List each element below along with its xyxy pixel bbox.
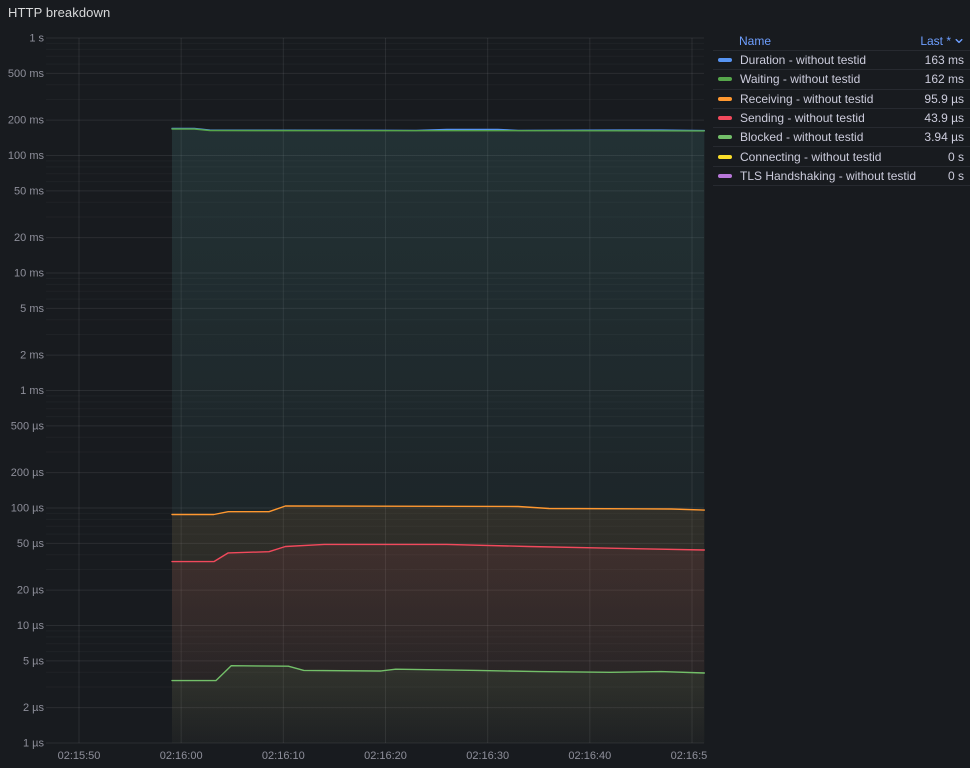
legend-rows: Duration - without testid 163 ms Waiting -…: [713, 51, 970, 187]
legend-table: Name Last * Duration - without testid 163…: [713, 32, 970, 187]
x-axis-tick-label: 02:16:10: [262, 750, 305, 762]
x-axis-labels: 02:15:50 02:16:00 02:16:10 02:16:20 02:16:30…: [58, 750, 714, 762]
legend-row: Sending - without testid 43.9 µs: [713, 109, 970, 129]
legend-row: Waiting - without testid 162 ms: [713, 70, 970, 90]
y-axis-tick-label: 5 µs: [23, 655, 45, 667]
x-axis-tick-label: 02:16:00: [160, 750, 203, 762]
y-axis-tick-label: 100 µs: [11, 503, 45, 515]
y-axis-tick-label: 2 ms: [20, 350, 44, 362]
chevron-down-icon: [955, 38, 963, 44]
series-color-swatch[interactable]: [718, 77, 732, 82]
y-axis-tick-label: 500 µs: [11, 420, 45, 432]
series-last-value: 43.9 µs: [924, 111, 964, 126]
legend-row: Receiving - without testid 95.9 µs: [713, 90, 970, 109]
series-last-value: 163 ms: [924, 53, 964, 68]
series-last-value: 162 ms: [924, 72, 964, 87]
series-label[interactable]: Duration - without testid: [740, 53, 917, 67]
y-axis-tick-label: 100 ms: [8, 150, 45, 162]
series-label[interactable]: Connecting - without testid: [740, 150, 940, 164]
series-label[interactable]: Blocked - without testid: [740, 130, 916, 144]
legend-row: TLS Handshaking - without testid 0 s: [713, 167, 970, 187]
series-label[interactable]: TLS Handshaking - without testid: [740, 169, 940, 183]
x-axis-tick-label: 02:15:50: [58, 750, 101, 762]
legend-row: Blocked - without testid 3.94 µs: [713, 128, 970, 148]
x-axis-tick-label: 02:16:40: [568, 750, 611, 762]
series-color-swatch[interactable]: [718, 173, 732, 178]
series-last-value: 95.9 µs: [924, 91, 964, 106]
y-axis-labels: 1 s 500 ms 200 ms 100 ms 50 ms 20 ms 10 ms 5 ms…: [8, 33, 45, 750]
y-axis-tick-label: 5 ms: [20, 303, 44, 315]
y-axis-tick-label: 200 µs: [11, 467, 45, 479]
y-axis-tick-label: 50 ms: [14, 185, 44, 197]
series-area: [172, 665, 705, 743]
y-axis-tick-label: 50 µs: [17, 538, 45, 550]
x-axis-tick-label: 02:16:30: [466, 750, 509, 762]
y-axis-tick-label: 1 s: [29, 33, 44, 45]
series-color-swatch[interactable]: [718, 135, 732, 140]
y-axis-tick-label: 1 µs: [23, 738, 45, 750]
y-axis-tick-label: 10 µs: [17, 620, 45, 632]
y-axis-tick-label: 10 ms: [14, 268, 44, 280]
legend-column-last-label: Last *: [920, 34, 951, 48]
y-axis-tick-label: 2 µs: [23, 702, 45, 714]
y-axis-tick-label: 20 ms: [14, 232, 44, 244]
y-axis-tick-label: 500 ms: [8, 68, 45, 80]
legend-row: Duration - without testid 163 ms: [713, 51, 970, 71]
series-color-swatch[interactable]: [718, 116, 732, 121]
y-axis-tick-label: 1 ms: [20, 385, 44, 397]
series-color-swatch[interactable]: [718, 58, 732, 63]
legend-column-last[interactable]: Last *: [920, 34, 964, 48]
x-axis-tick-label: 02:16:20: [364, 750, 407, 762]
series-fills: [172, 128, 705, 743]
series-last-value: 3.94 µs: [924, 130, 964, 145]
series-label[interactable]: Sending - without testid: [740, 111, 916, 125]
series-last-value: 0 s: [947, 168, 964, 183]
legend-header: Name Last *: [713, 32, 970, 51]
x-axis-tick-label: 02:16:50: [671, 750, 714, 762]
series-label[interactable]: Waiting - without testid: [740, 72, 917, 86]
legend-column-name[interactable]: Name: [739, 34, 771, 48]
series-color-swatch[interactable]: [718, 154, 732, 159]
series-last-value: 0 s: [947, 149, 964, 164]
series-color-swatch[interactable]: [718, 96, 732, 101]
y-axis-tick-label: 20 µs: [17, 585, 45, 597]
y-axis-tick-label: 200 ms: [8, 115, 45, 127]
legend-row: Connecting - without testid 0 s: [713, 147, 970, 167]
series-label[interactable]: Receiving - without testid: [740, 92, 916, 106]
